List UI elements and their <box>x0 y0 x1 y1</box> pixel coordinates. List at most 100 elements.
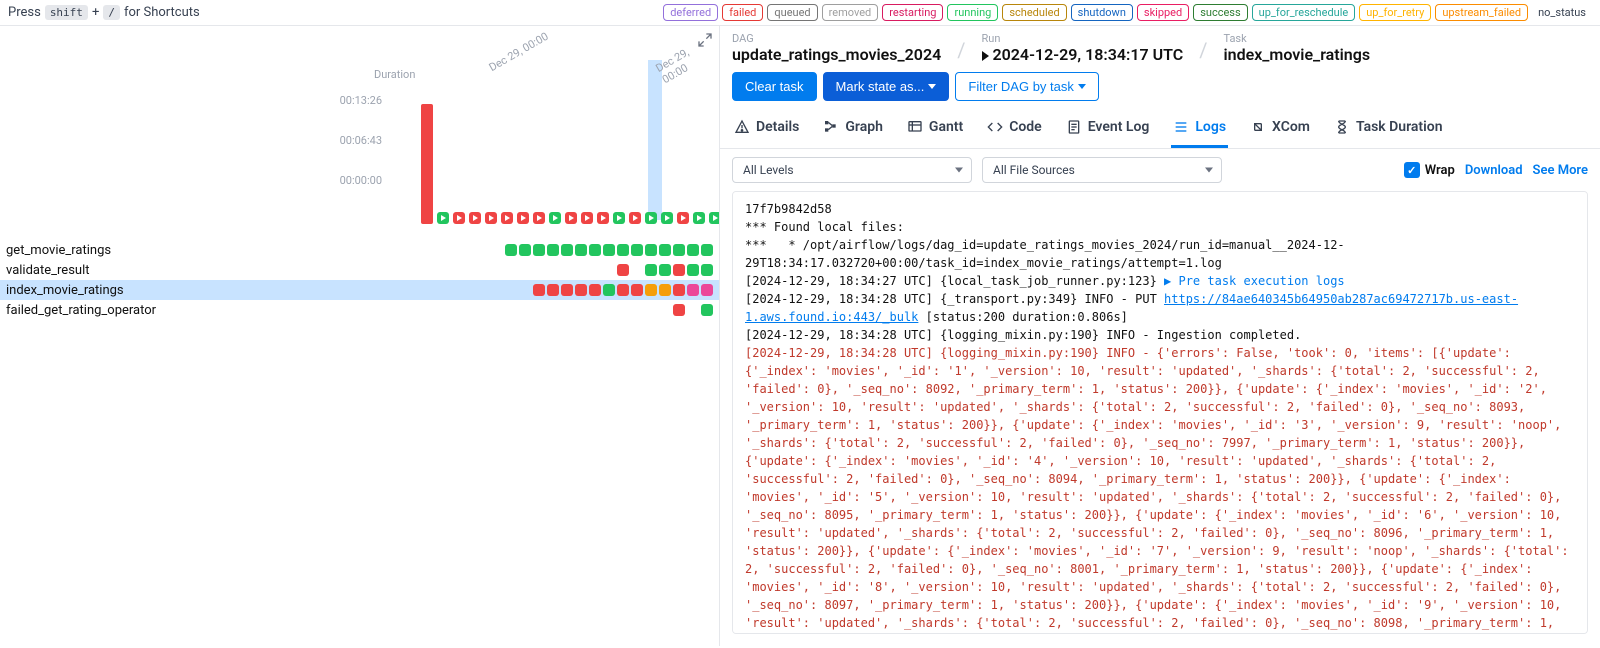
task-instance-cell[interactable] <box>463 264 475 276</box>
task-instance-cell[interactable] <box>631 284 643 296</box>
legend-skipped[interactable]: skipped <box>1137 4 1189 21</box>
mark-state-button[interactable]: Mark state as... <box>823 72 950 101</box>
log-level-select[interactable]: All Levels <box>732 157 972 183</box>
task-instance-cell[interactable] <box>449 284 461 296</box>
task-instance-cell[interactable] <box>547 244 559 256</box>
task-instance-cell[interactable] <box>673 264 685 276</box>
task-instance-cell[interactable] <box>533 284 545 296</box>
legend-success[interactable]: success <box>1193 4 1247 21</box>
task-instance-cell[interactable] <box>463 244 475 256</box>
run-bar[interactable] <box>436 94 450 224</box>
task-instance-cell[interactable] <box>575 304 587 316</box>
run-bar[interactable] <box>548 94 562 224</box>
task-instance-cell[interactable] <box>463 284 475 296</box>
task-instance-cell[interactable] <box>687 244 699 256</box>
task-instance-cell[interactable] <box>449 244 461 256</box>
task-row-get_movie_ratings[interactable]: get_movie_ratings <box>0 240 719 260</box>
tab-logs[interactable]: Logs <box>1171 109 1228 148</box>
task-instance-cell[interactable] <box>701 304 713 316</box>
task-instance-cell[interactable] <box>631 264 643 276</box>
run-bar[interactable] <box>532 94 546 224</box>
task-instance-cell[interactable] <box>477 304 489 316</box>
wrap-toggle[interactable]: ✓ Wrap <box>1404 162 1455 178</box>
run-bar[interactable] <box>484 94 498 224</box>
run-bar[interactable] <box>692 94 706 224</box>
task-instance-cell[interactable] <box>603 304 615 316</box>
task-instance-cell[interactable] <box>645 304 657 316</box>
task-instance-cell[interactable] <box>645 284 657 296</box>
task-instance-cell[interactable] <box>631 244 643 256</box>
task-instance-cell[interactable] <box>575 284 587 296</box>
task-instance-cell[interactable] <box>659 304 671 316</box>
task-instance-cell[interactable] <box>589 264 601 276</box>
tab-xcom[interactable]: XCom <box>1248 109 1312 148</box>
run-bar[interactable] <box>612 94 626 224</box>
run-bar[interactable] <box>596 94 610 224</box>
legend-scheduled[interactable]: scheduled <box>1002 4 1066 21</box>
task-instance-cell[interactable] <box>631 304 643 316</box>
clear-task-button[interactable]: Clear task <box>732 72 817 101</box>
run-bar[interactable] <box>500 94 514 224</box>
task-instance-cell[interactable] <box>491 264 503 276</box>
tab-gantt[interactable]: Gantt <box>905 109 965 148</box>
task-instance-cell[interactable] <box>505 284 517 296</box>
task-instance-cell[interactable] <box>687 304 699 316</box>
legend-up_for_retry[interactable]: up_for_retry <box>1359 4 1431 21</box>
task-instance-cell[interactable] <box>547 264 559 276</box>
run-bar[interactable] <box>452 94 466 224</box>
tab-duration[interactable]: Task Duration <box>1332 109 1445 148</box>
task-instance-cell[interactable] <box>505 244 517 256</box>
task-instance-cell[interactable] <box>491 244 503 256</box>
task-instance-cell[interactable] <box>533 244 545 256</box>
task-row-index_movie_ratings[interactable]: index_movie_ratings <box>0 280 719 300</box>
task-instance-cell[interactable] <box>603 284 615 296</box>
task-instance-cell[interactable] <box>687 284 699 296</box>
task-instance-cell[interactable] <box>603 264 615 276</box>
legend-upstream_failed[interactable]: upstream_failed <box>1435 4 1528 21</box>
task-instance-cell[interactable] <box>659 264 671 276</box>
task-instance-cell[interactable] <box>547 284 559 296</box>
task-instance-cell[interactable] <box>505 264 517 276</box>
task-instance-cell[interactable] <box>519 304 531 316</box>
task-instance-cell[interactable] <box>701 284 713 296</box>
task-instance-cell[interactable] <box>561 304 573 316</box>
task-instance-cell[interactable] <box>561 284 573 296</box>
task-instance-cell[interactable] <box>575 264 587 276</box>
see-more-link[interactable]: See More <box>1533 163 1588 178</box>
task-instance-cell[interactable] <box>659 244 671 256</box>
run-bar[interactable] <box>580 94 594 224</box>
task-instance-cell[interactable] <box>463 304 475 316</box>
legend-running[interactable]: running <box>947 4 998 21</box>
task-row-validate_result[interactable]: validate_result <box>0 260 719 280</box>
task-instance-cell[interactable] <box>673 244 685 256</box>
task-instance-cell[interactable] <box>673 304 685 316</box>
download-link[interactable]: Download <box>1465 163 1523 178</box>
task-instance-cell[interactable] <box>617 264 629 276</box>
run-bar[interactable] <box>676 94 690 224</box>
task-instance-cell[interactable] <box>617 244 629 256</box>
filter-dag-button[interactable]: Filter DAG by task <box>955 72 1098 101</box>
task-instance-cell[interactable] <box>491 284 503 296</box>
task-instance-cell[interactable] <box>449 264 461 276</box>
crumb-task[interactable]: index_movie_ratings <box>1223 45 1370 64</box>
task-instance-cell[interactable] <box>673 284 685 296</box>
task-instance-cell[interactable] <box>575 244 587 256</box>
legend-up_for_reschedule[interactable]: up_for_reschedule <box>1252 4 1356 21</box>
task-instance-cell[interactable] <box>617 284 629 296</box>
task-instance-cell[interactable] <box>617 304 629 316</box>
legend-failed[interactable]: failed <box>722 4 763 21</box>
task-instance-cell[interactable] <box>519 264 531 276</box>
task-instance-cell[interactable] <box>491 304 503 316</box>
task-instance-cell[interactable] <box>603 244 615 256</box>
legend-restarting[interactable]: restarting <box>882 4 943 21</box>
log-pre-task-link[interactable]: ▶ Pre task execution logs <box>1164 274 1345 288</box>
task-instance-cell[interactable] <box>645 264 657 276</box>
legend-removed[interactable]: removed <box>822 4 879 21</box>
legend-shutdown[interactable]: shutdown <box>1071 4 1133 21</box>
task-instance-cell[interactable] <box>449 304 461 316</box>
run-bar[interactable] <box>708 94 720 224</box>
legend-no-status[interactable]: no_status <box>1532 5 1592 20</box>
task-instance-cell[interactable] <box>687 264 699 276</box>
task-instance-cell[interactable] <box>561 244 573 256</box>
legend-deferred[interactable]: deferred <box>663 4 718 21</box>
